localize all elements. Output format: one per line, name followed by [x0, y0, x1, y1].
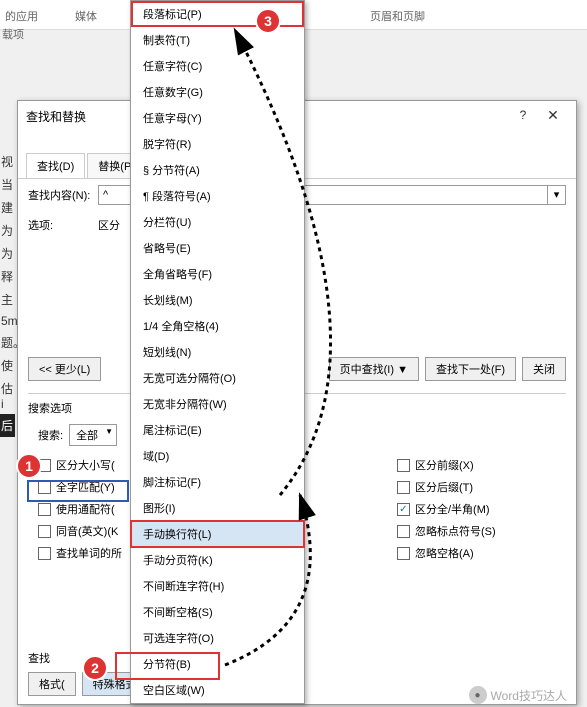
- menu-endnote-mark[interactable]: 尾注标记(E): [131, 417, 304, 443]
- options-value: 区分: [98, 217, 120, 233]
- annotation-highlight-1: [27, 480, 129, 502]
- wechat-icon: ●: [469, 686, 487, 704]
- less-button[interactable]: << 更少(L): [28, 357, 101, 381]
- menu-nowidth-nonbreak[interactable]: 无宽非分隔符(W): [131, 391, 304, 417]
- menu-tab-char[interactable]: 制表符(T): [131, 27, 304, 53]
- close-icon[interactable]: ✕: [538, 106, 568, 126]
- checkbox-suffix[interactable]: [397, 481, 410, 494]
- menu-manual-line-break[interactable]: 手动换行符(L): [131, 521, 304, 547]
- checkbox-homophone[interactable]: [38, 525, 51, 538]
- annotation-badge-2: 2: [82, 655, 108, 681]
- chevron-down-icon[interactable]: ▾: [548, 185, 566, 205]
- menu-footnote-mark[interactable]: 脚注标记(F): [131, 469, 304, 495]
- ribbon-tab-partial: 载项: [2, 26, 24, 42]
- tab-find[interactable]: 查找(D): [26, 153, 85, 178]
- menu-graphic[interactable]: 图形(I): [131, 495, 304, 521]
- checkbox-prefix[interactable]: [397, 459, 410, 472]
- menu-quarter-space[interactable]: 1/4 全角空格(4): [131, 313, 304, 339]
- close-button[interactable]: 关闭: [522, 357, 566, 381]
- checkbox-punct[interactable]: [397, 525, 410, 538]
- menu-any-char[interactable]: 任意字符(C): [131, 53, 304, 79]
- menu-nonbreak-hyphen[interactable]: 不间断连字符(H): [131, 573, 304, 599]
- checkbox-fullhalf[interactable]: ✓: [397, 503, 410, 516]
- ribbon-group-label: 媒体: [75, 8, 97, 24]
- menu-full-ellipsis[interactable]: 全角省略号(F): [131, 261, 304, 287]
- options-label: 选项:: [28, 217, 98, 233]
- background-text-strip: 视当建 为为释 主5m题。 使估i 后: [0, 150, 15, 437]
- checkbox-forms[interactable]: [38, 547, 51, 560]
- annotation-highlight-2: [115, 652, 220, 680]
- menu-paragraph-char[interactable]: ¶ 段落符号(A): [131, 183, 304, 209]
- annotation-badge-1: 1: [16, 453, 42, 479]
- format-button[interactable]: 格式(: [28, 672, 76, 696]
- menu-nonbreak-space[interactable]: 不间断空格(S): [131, 599, 304, 625]
- menu-column-break[interactable]: 分栏符(U): [131, 209, 304, 235]
- menu-en-dash[interactable]: 短划线(N): [131, 339, 304, 365]
- menu-optional-hyphen[interactable]: 可选连字符(O): [131, 625, 304, 651]
- menu-white-space[interactable]: 空白区域(W): [131, 677, 304, 703]
- find-next-button[interactable]: 查找下一处(F): [425, 357, 516, 381]
- find-content-label: 查找内容(N):: [28, 187, 98, 203]
- menu-any-digit[interactable]: 任意数字(G): [131, 79, 304, 105]
- special-characters-menu: 段落标记(P) 制表符(T) 任意字符(C) 任意数字(G) 任意字母(Y) 脱…: [130, 0, 305, 704]
- menu-em-dash[interactable]: 长划线(M): [131, 287, 304, 313]
- menu-any-letter[interactable]: 任意字母(Y): [131, 105, 304, 131]
- menu-section-char[interactable]: § 分节符(A): [131, 157, 304, 183]
- menu-manual-page-break[interactable]: 手动分页符(K): [131, 547, 304, 573]
- search-scope-select[interactable]: 全部: [69, 424, 117, 446]
- menu-nowidth-optional[interactable]: 无宽可选分隔符(O): [131, 365, 304, 391]
- ribbon-group-label: 的应用: [5, 8, 38, 24]
- menu-ellipsis[interactable]: 省略号(E): [131, 235, 304, 261]
- annotation-badge-3: 3: [255, 8, 281, 34]
- watermark: ● Word技巧达人: [469, 686, 567, 704]
- menu-caret[interactable]: 脱字符(R): [131, 131, 304, 157]
- checkbox-wildcard[interactable]: [38, 503, 51, 516]
- search-scope-label: 搜索:: [38, 427, 63, 443]
- find-in-button[interactable]: 页中查找(I) ▼: [329, 357, 419, 381]
- ribbon-group-label: 页眉和页脚: [370, 8, 425, 24]
- help-button[interactable]: ?: [508, 106, 538, 126]
- checkbox-space[interactable]: [397, 547, 410, 560]
- menu-field[interactable]: 域(D): [131, 443, 304, 469]
